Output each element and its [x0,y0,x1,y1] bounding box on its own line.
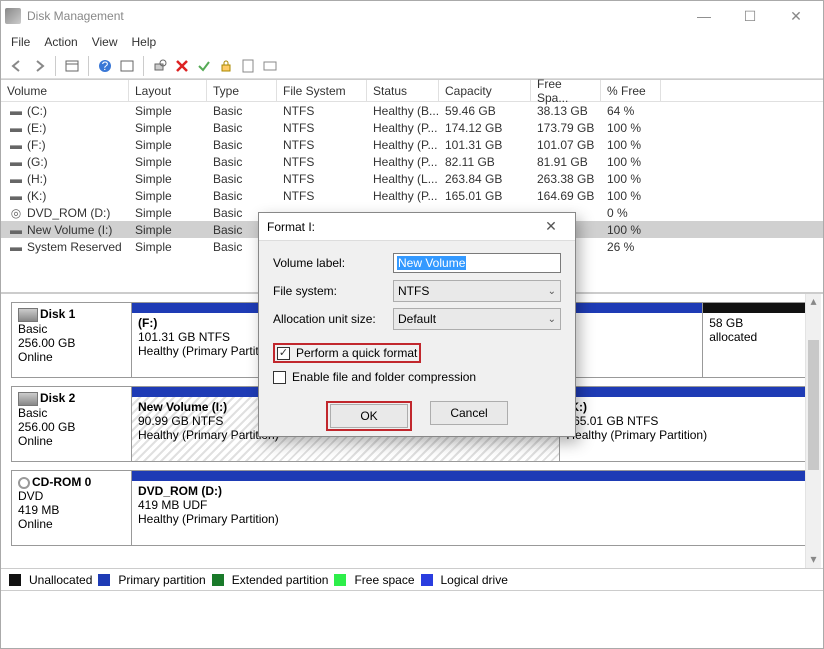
menu-file[interactable]: File [11,35,30,49]
list-icon[interactable] [260,56,280,76]
volume-row[interactable]: ▬(F:)SimpleBasicNTFSHealthy (P...101.31 … [1,136,823,153]
legend-primary: Primary partition [118,573,205,587]
partition[interactable]: 58 GBallocated [703,303,812,377]
menu-help[interactable]: Help [132,35,157,49]
legend-free-swatch [334,574,346,586]
maximize-button[interactable]: ☐ [727,1,773,31]
partition[interactable]: (K:)165.01 GB NTFSHealthy (Primary Parti… [560,387,812,461]
volume-row[interactable]: ▬(G:)SimpleBasicNTFSHealthy (P...82.11 G… [1,153,823,170]
lock-icon[interactable] [216,56,236,76]
disk-management-window: Disk Management — ☐ ✕ File Action View H… [0,0,824,649]
disk-info: Disk 2Basic256.00 GBOnline [11,386,131,462]
col-capacity[interactable]: Capacity [439,80,531,101]
legend: Unallocated Primary partition Extended p… [1,568,823,590]
cancel-button[interactable]: Cancel [430,401,508,425]
dialog-close-icon[interactable]: ✕ [535,215,567,239]
volume-row[interactable]: ▬(C:)SimpleBasicNTFSHealthy (B...59.46 G… [1,102,823,119]
file-system-select[interactable]: NTFS⌄ [393,280,561,302]
help-icon[interactable]: ? [95,56,115,76]
compression-label: Enable file and folder compression [292,370,476,384]
menubar: File Action View Help [1,31,823,53]
col-status[interactable]: Status [367,80,439,101]
volume-row[interactable]: ▬(E:)SimpleBasicNTFSHealthy (P...174.12 … [1,119,823,136]
dialog-titlebar[interactable]: Format I: ✕ [259,213,575,241]
col-fs[interactable]: File System [277,80,367,101]
col-free[interactable]: Free Spa... [531,80,601,101]
action-icon[interactable] [150,56,170,76]
ok-button[interactable]: OK [330,404,408,428]
col-pct[interactable]: % Free [601,80,661,101]
back-icon[interactable] [7,56,27,76]
disk-partitions: DVD_ROM (D:)419 MB UDFHealthy (Primary P… [131,470,813,546]
volume-header: Volume Layout Type File System Status Ca… [1,80,823,102]
window-title: Disk Management [27,9,681,23]
menu-action[interactable]: Action [44,35,77,49]
quick-format-checkbox[interactable] [277,347,290,360]
toolbar: ? [1,53,823,79]
statusbar [1,590,823,612]
disk-row: CD-ROM 0DVD419 MBOnlineDVD_ROM (D:)419 M… [11,470,813,546]
col-layout[interactable]: Layout [129,80,207,101]
label-volume: Volume label: [273,256,393,270]
allocation-unit-select[interactable]: Default⌄ [393,308,561,330]
legend-ext: Extended partition [232,573,329,587]
minimize-button[interactable]: — [681,1,727,31]
legend-logical-swatch [421,574,433,586]
legend-ext-swatch [212,574,224,586]
properties-icon[interactable] [238,56,258,76]
scrollbar[interactable]: ▴ ▾ [805,294,821,568]
close-button[interactable]: ✕ [773,1,819,31]
label-fs: File system: [273,284,393,298]
app-icon [5,8,21,24]
disk-info: Disk 1Basic256.00 GBOnline [11,302,131,378]
scroll-up-icon[interactable]: ▴ [806,294,821,310]
scroll-thumb[interactable] [808,340,819,470]
col-volume[interactable]: Volume [1,80,129,101]
titlebar: Disk Management — ☐ ✕ [1,1,823,31]
svg-text:?: ? [102,59,109,73]
label-aus: Allocation unit size: [273,312,393,326]
delete-icon[interactable] [172,56,192,76]
col-type[interactable]: Type [207,80,277,101]
dialog-title: Format I: [267,220,535,234]
compression-checkbox[interactable] [273,371,286,384]
disk-info: CD-ROM 0DVD419 MBOnline [11,470,131,546]
legend-unalloc-swatch [9,574,21,586]
legend-unalloc: Unallocated [29,573,92,587]
volume-row[interactable]: ▬(K:)SimpleBasicNTFSHealthy (P...165.01 … [1,187,823,204]
check-icon[interactable] [194,56,214,76]
legend-logical: Logical drive [441,573,508,587]
scroll-down-icon[interactable]: ▾ [806,552,821,568]
forward-icon[interactable] [29,56,49,76]
panel-icon[interactable] [62,56,82,76]
volume-label-input[interactable]: New Volume [393,253,561,273]
quick-format-label: Perform a quick format [296,346,417,360]
chevron-down-icon: ⌄ [548,286,556,297]
refresh-icon[interactable] [117,56,137,76]
format-dialog: Format I: ✕ Volume label: New Volume Fil… [258,212,576,437]
chevron-down-icon: ⌄ [548,314,556,325]
menu-view[interactable]: View [92,35,118,49]
legend-free: Free space [354,573,414,587]
volume-row[interactable]: ▬(H:)SimpleBasicNTFSHealthy (L...263.84 … [1,170,823,187]
legend-primary-swatch [98,574,110,586]
partition[interactable]: DVD_ROM (D:)419 MB UDFHealthy (Primary P… [132,471,812,545]
